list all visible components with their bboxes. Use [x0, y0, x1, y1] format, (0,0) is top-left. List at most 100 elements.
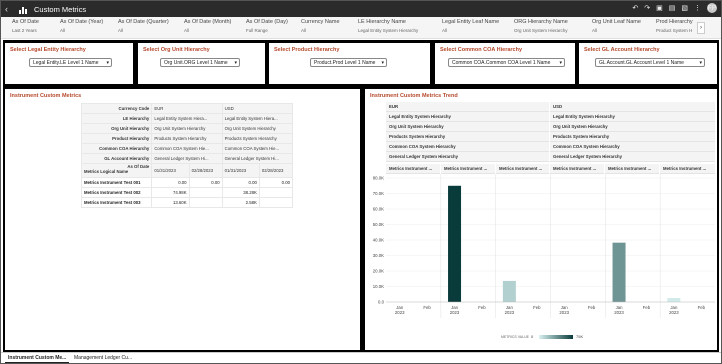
selector-title: Select Product Hierarchy: [274, 47, 340, 53]
filter-label: ORG Hierarchy Name: [514, 19, 568, 25]
metric-value: 0.00: [258, 177, 294, 188]
filter-value: All: [60, 28, 66, 33]
selector-gl-account: Select GL Account Hierarchy GL Account.G…: [579, 43, 717, 84]
metric-value: 2.58K: [221, 197, 260, 208]
metric-value: 13.60K: [151, 197, 190, 208]
filter-value: Full Range: [246, 28, 268, 33]
chevron-down-icon: ▾: [234, 60, 237, 66]
common-coa-dropdown[interactable]: Common COA.Common COA Level 1 Name ▾: [448, 58, 565, 67]
y-tick-label: 80.0K: [373, 176, 384, 181]
table-row: GL Account Hierarchy General Ledger Syst…: [80, 153, 294, 164]
y-tick-label: 50.0K: [373, 222, 384, 227]
trend-chart: 0.0 10.0K 20.0K 30.0K 40.0K 50.0K 60.0K 70.0K 80…: [373, 174, 715, 318]
export-icon[interactable]: ▧: [681, 4, 688, 12]
filter-currency[interactable]: Currency Name All: [301, 19, 340, 33]
filter-org-leaf[interactable]: Org Unit Leaf Name All: [592, 19, 641, 33]
gl-account-dropdown[interactable]: GL Account.GL Account Level 1 Name ▾: [595, 58, 705, 67]
metric-value: [258, 187, 294, 198]
as-of-date-label: As Of Date: [127, 164, 150, 170]
table-row[interactable]: Metrics Instrument Test 001 0.00 0.00 0.…: [80, 177, 294, 188]
metrics-pivot-table: Currency Code EUR USD LE Hierarchy Legal…: [80, 103, 294, 208]
x-tick-label: Feb: [478, 305, 486, 310]
column-header: Org Unit System Hierarchy: [151, 123, 223, 134]
date-header: 02/28/2023: [258, 163, 294, 178]
dropdown-value: Product.Prod Level 1 Name: [314, 59, 376, 66]
chevron-down-icon: ▾: [106, 60, 109, 66]
row-header: LE Hierarchy: [80, 113, 153, 124]
undo-icon[interactable]: ↶: [632, 4, 638, 12]
bar: [612, 242, 626, 302]
legend-label: METRICS VALUE: [501, 335, 529, 339]
chart-app-icon: [19, 5, 29, 14]
row-header: Product Hierarchy: [80, 133, 153, 144]
x-tick-year-label: 2023: [450, 310, 460, 315]
filter-label: As Of Date (Year): [60, 19, 104, 25]
column-header: Legal Entity System Hiera...: [151, 113, 223, 124]
filter-value: All: [118, 28, 124, 33]
filter-org-hierarchy[interactable]: ORG Hierarchy Name Org Unit System Hierar…: [514, 19, 568, 33]
filter-label: Currency Name: [301, 19, 340, 25]
metric-value: [188, 187, 223, 198]
column-header: USD: [221, 103, 294, 114]
org-unit-dropdown[interactable]: Org Unit.ORG Level 1 Name ▾: [160, 58, 240, 67]
y-tick-label: 20.0K: [373, 269, 384, 274]
redo-icon[interactable]: ↷: [644, 4, 650, 12]
avatar[interactable]: FP: [707, 3, 717, 13]
filter-le-leaf[interactable]: Legal Entity Leaf Name All: [442, 19, 499, 33]
column-header: Legal Entity System Hiera...: [221, 113, 294, 124]
filter-value: Org Unit System Hierarchy: [514, 28, 568, 33]
date-header: 01/31/2023: [221, 163, 260, 178]
filter-bar: As Of Date Last 2 Years As Of Date (Year)…: [1, 17, 721, 39]
table-row: As Of Date Metrics Logical Name 01/31/202…: [80, 163, 294, 178]
row-header: Currency Code: [80, 103, 153, 114]
chevron-down-icon: ▾: [699, 60, 702, 66]
filter-quarter[interactable]: As Of Date (Quarter) All: [118, 19, 169, 33]
app-window: ‹ Custom Metrics ↶ ↷ ▣ ▤ ▧ ⋮ FP As Of Da…: [0, 0, 722, 364]
filter-value: All: [184, 28, 190, 33]
filter-value: Legal Entity System Hierarchy: [358, 28, 419, 33]
tab-instrument-custom-metrics[interactable]: Instrument Custom Me...: [5, 353, 70, 363]
legal-entity-dropdown[interactable]: Legal Entity.LE Level 1 Name ▾: [29, 58, 112, 67]
row-header: As Of Date Metrics Logical Name: [80, 163, 153, 178]
table-row[interactable]: Metrics Instrument Test 003 13.60K 2.58K: [80, 197, 294, 208]
metric-value: [258, 197, 294, 208]
refresh-icon[interactable]: ▤: [669, 4, 676, 12]
product-dropdown[interactable]: Product.Prod Level 1 Name ▾: [310, 58, 387, 67]
metric-value: 74.98K: [151, 187, 190, 198]
x-tick-year-label: 2023: [614, 310, 624, 315]
panel-title: Instrument Custom Metrics: [10, 93, 82, 99]
bookmark-icon[interactable]: ▣: [656, 4, 663, 12]
filter-le-hierarchy[interactable]: LE Hierarchy Name Legal Entity System Hie…: [358, 19, 418, 33]
column-header: Common COA System Hie...: [221, 143, 294, 154]
x-tick-year-label: 2023: [395, 310, 405, 315]
selector-title: Select Common COA Hierarchy: [440, 47, 523, 53]
bar: [667, 298, 681, 302]
selector-title: Select GL Account Hierarchy: [584, 47, 660, 53]
x-tick-label: Feb: [643, 305, 651, 310]
column-header: General Ledger System Hi...: [151, 153, 223, 164]
back-arrow-icon[interactable]: ‹: [5, 4, 15, 14]
x-tick-year-label: 2023: [559, 310, 569, 315]
selector-org-unit: Select Org Unit Hierarchy Org Unit.ORG L…: [138, 43, 265, 84]
filter-label: As Of Date (Day): [246, 19, 288, 25]
more-icon[interactable]: ⋮: [694, 4, 701, 12]
filter-day[interactable]: As Of Date (Day) Full Range: [246, 19, 288, 33]
tab-management-ledger[interactable]: Management Ledger Cu...: [71, 353, 135, 363]
x-tick-label: Feb: [698, 305, 706, 310]
filter-as-of-date[interactable]: As Of Date Last 2 Years: [12, 19, 39, 33]
chevron-right-icon[interactable]: ›: [697, 22, 705, 34]
filter-year[interactable]: As Of Date (Year) All: [60, 19, 103, 33]
selector-common-coa: Select Common COA Hierarchy Common COA.C…: [435, 43, 575, 84]
x-tick-year-label: 2023: [669, 310, 679, 315]
metrics-logical-name-label: Metrics Logical Name: [84, 169, 129, 174]
dropdown-value: Org Unit.ORG Level 1 Name: [164, 59, 228, 66]
selector-product: Select Product Hierarchy Product.Prod Le…: [269, 43, 430, 84]
row-header: GL Account Hierarchy: [80, 153, 153, 164]
table-row[interactable]: Metrics Instrument Test 002 74.98K 38.28…: [80, 187, 294, 198]
y-tick-label: 70.0K: [373, 191, 384, 196]
filter-month[interactable]: As Of Date (Month) All: [184, 19, 231, 33]
y-tick-label: 10.0K: [373, 284, 384, 289]
filter-prod-hierarchy[interactable]: Prod Hierarchy Product System H: [656, 19, 696, 33]
column-header: EUR: [151, 103, 223, 114]
column-header: Common COA System Hie...: [151, 143, 223, 154]
